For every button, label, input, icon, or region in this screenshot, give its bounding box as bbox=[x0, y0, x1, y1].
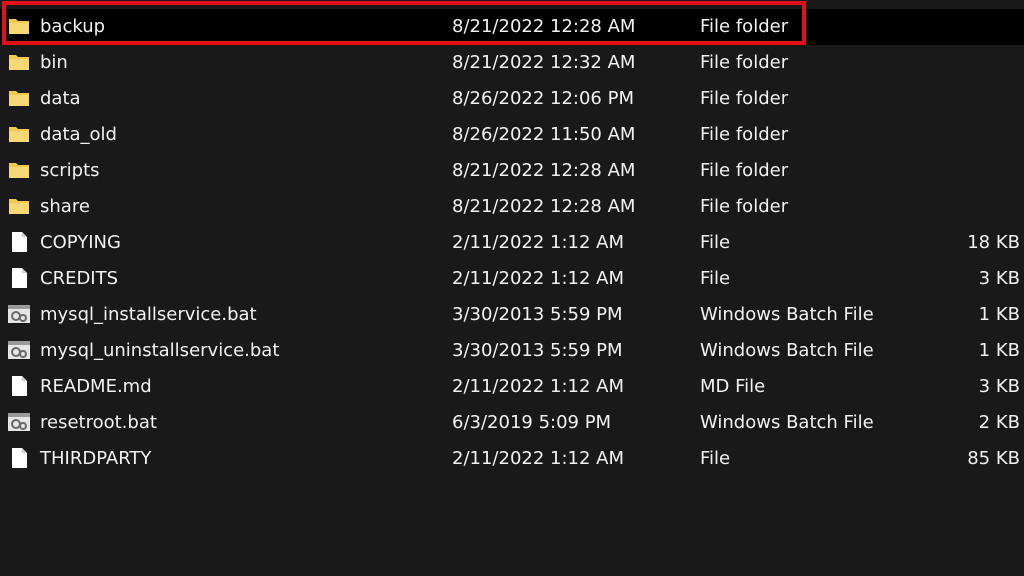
file-name: THIRDPARTY bbox=[40, 448, 152, 469]
file-type: File folder bbox=[700, 16, 789, 37]
file-row-bin[interactable]: bin 8/21/2022 12:32 AM File folder bbox=[0, 45, 1024, 81]
file-type: Windows Batch File bbox=[700, 412, 874, 433]
folder-icon bbox=[7, 122, 31, 146]
file-row-copying[interactable]: COPYING 2/11/2022 1:12 AM File 18 KB bbox=[0, 225, 1024, 261]
folder-icon bbox=[7, 86, 31, 110]
file-name: README.md bbox=[40, 376, 152, 397]
file-icon bbox=[7, 374, 31, 398]
folder-icon bbox=[7, 14, 31, 38]
file-date: 2/11/2022 1:12 AM bbox=[452, 448, 625, 469]
file-type: File folder bbox=[700, 160, 789, 181]
file-name: share bbox=[40, 196, 90, 217]
file-name: mysql_uninstallservice.bat bbox=[40, 340, 280, 361]
file-row-mysql-uninstallservice[interactable]: mysql_uninstallservice.bat 3/30/2013 5:5… bbox=[0, 333, 1024, 369]
file-size: 18 KB bbox=[967, 232, 1020, 253]
file-date: 2/11/2022 1:12 AM bbox=[452, 232, 625, 253]
file-row-resetroot[interactable]: resetroot.bat 6/3/2019 5:09 PM Windows B… bbox=[0, 405, 1024, 441]
batch-file-icon bbox=[7, 338, 31, 362]
file-type: MD File bbox=[700, 376, 766, 397]
file-icon bbox=[7, 230, 31, 254]
file-row-data[interactable]: data 8/26/2022 12:06 PM File folder bbox=[0, 81, 1024, 117]
file-type: File bbox=[700, 448, 731, 469]
file-type: File bbox=[700, 232, 731, 253]
file-date: 3/30/2013 5:59 PM bbox=[452, 304, 623, 325]
file-type: File folder bbox=[700, 88, 789, 109]
file-size: 1 KB bbox=[978, 304, 1020, 325]
file-name: CREDITS bbox=[40, 268, 119, 289]
file-row-mysql-installservice[interactable]: mysql_installservice.bat 3/30/2013 5:59 … bbox=[0, 297, 1024, 333]
folder-icon bbox=[7, 194, 31, 218]
file-date: 8/21/2022 12:28 AM bbox=[452, 16, 636, 37]
file-row-share[interactable]: share 8/21/2022 12:28 AM File folder bbox=[0, 189, 1024, 225]
file-name: backup bbox=[40, 16, 106, 37]
file-name: data_old bbox=[40, 124, 117, 145]
file-size: 3 KB bbox=[978, 376, 1020, 397]
file-row-backup[interactable]: backup 8/21/2022 12:28 AM File folder bbox=[0, 1, 1024, 45]
file-date: 8/21/2022 12:28 AM bbox=[452, 160, 636, 181]
file-size: 3 KB bbox=[978, 268, 1020, 289]
highlight-box bbox=[2, 1, 806, 45]
file-name: bin bbox=[40, 52, 68, 73]
file-icon bbox=[7, 446, 31, 470]
file-date: 2/11/2022 1:12 AM bbox=[452, 376, 625, 397]
file-date: 8/26/2022 11:50 AM bbox=[452, 124, 636, 145]
file-type: File bbox=[700, 268, 731, 289]
file-icon bbox=[7, 266, 31, 290]
file-row-credits[interactable]: CREDITS 2/11/2022 1:12 AM File 3 KB bbox=[0, 261, 1024, 297]
file-type: File folder bbox=[700, 124, 789, 145]
file-type: Windows Batch File bbox=[700, 340, 874, 361]
file-type: File folder bbox=[700, 196, 789, 217]
file-row-readme[interactable]: README.md 2/11/2022 1:12 AM MD File 3 KB bbox=[0, 369, 1024, 405]
file-date: 3/30/2013 5:59 PM bbox=[452, 340, 623, 361]
file-date: 8/26/2022 12:06 PM bbox=[452, 88, 634, 109]
file-name: data bbox=[40, 88, 81, 109]
file-name: COPYING bbox=[40, 232, 121, 253]
file-date: 8/21/2022 12:32 AM bbox=[452, 52, 636, 73]
file-size: 85 KB bbox=[967, 448, 1020, 469]
folder-icon bbox=[7, 158, 31, 182]
file-name: mysql_installservice.bat bbox=[40, 304, 257, 325]
file-size: 1 KB bbox=[978, 340, 1020, 361]
file-date: 8/21/2022 12:28 AM bbox=[452, 196, 636, 217]
batch-file-icon bbox=[7, 410, 31, 434]
file-type: Windows Batch File bbox=[700, 304, 874, 325]
file-row-data-old[interactable]: data_old 8/26/2022 11:50 AM File folder bbox=[0, 117, 1024, 153]
folder-icon bbox=[7, 50, 31, 74]
file-list: backup 8/21/2022 12:28 AM File folder bi… bbox=[0, 1, 1024, 477]
file-date: 2/11/2022 1:12 AM bbox=[452, 268, 625, 289]
batch-file-icon bbox=[7, 302, 31, 326]
file-date: 6/3/2019 5:09 PM bbox=[452, 412, 612, 433]
file-row-thirdparty[interactable]: THIRDPARTY 2/11/2022 1:12 AM File 85 KB bbox=[0, 441, 1024, 477]
file-type: File folder bbox=[700, 52, 789, 73]
file-name: scripts bbox=[40, 160, 100, 181]
file-size: 2 KB bbox=[978, 412, 1020, 433]
file-name: resetroot.bat bbox=[40, 412, 157, 433]
file-row-scripts[interactable]: scripts 8/21/2022 12:28 AM File folder bbox=[0, 153, 1024, 189]
